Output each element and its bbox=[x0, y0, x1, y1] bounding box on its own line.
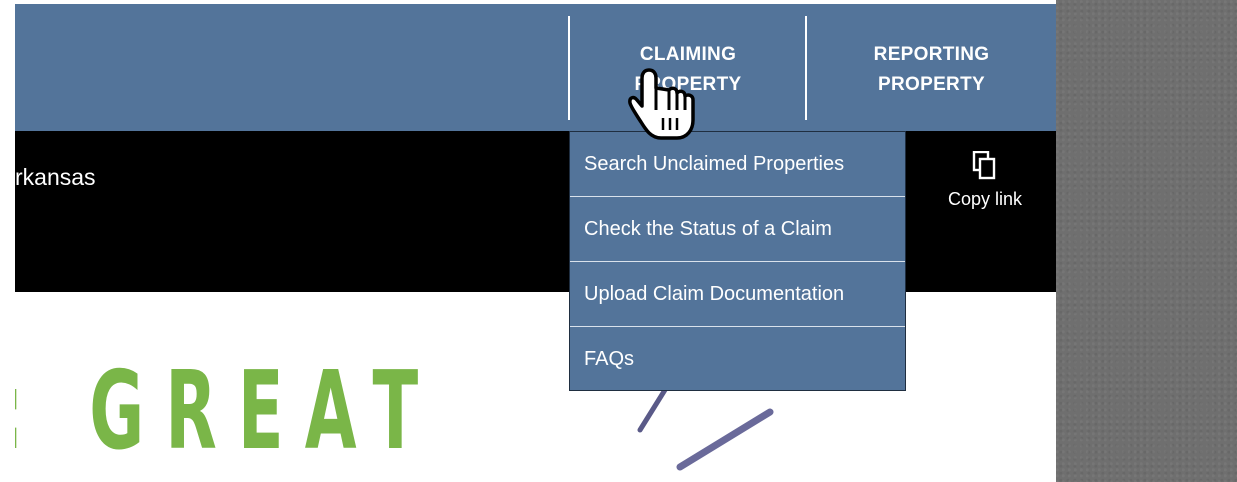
hand-pointer-icon bbox=[628, 68, 695, 140]
banner-text: : GREAT bbox=[15, 349, 440, 474]
side-panel bbox=[1056, 0, 1237, 482]
menu-item-search-unclaimed[interactable]: Search Unclaimed Properties bbox=[570, 132, 905, 197]
menu-item-upload-documentation[interactable]: Upload Claim Documentation bbox=[570, 262, 905, 327]
copy-link-label: Copy link bbox=[947, 189, 1023, 209]
video-title[interactable]: rkansas bbox=[15, 162, 96, 192]
nav-divider bbox=[805, 16, 807, 120]
claiming-property-dropdown: Search Unclaimed Properties Check the St… bbox=[569, 131, 906, 391]
top-navigation-bar: CLAIMING PROPERTY REPORTING PROPERTY bbox=[15, 4, 1056, 131]
menu-item-check-status[interactable]: Check the Status of a Claim bbox=[570, 197, 905, 262]
copy-icon bbox=[972, 151, 996, 180]
screen: CLAIMING PROPERTY REPORTING PROPERTY rka… bbox=[0, 0, 1237, 482]
nav-reporting-property[interactable]: REPORTING PROPERTY bbox=[830, 40, 1033, 100]
menu-item-faqs[interactable]: FAQs bbox=[570, 327, 905, 392]
copy-link-button[interactable]: Copy link bbox=[940, 151, 1030, 211]
nav-item-label-line1: REPORTING bbox=[873, 44, 990, 65]
nav-item-label-line2: PROPERTY bbox=[878, 74, 985, 95]
nav-divider bbox=[568, 16, 570, 120]
